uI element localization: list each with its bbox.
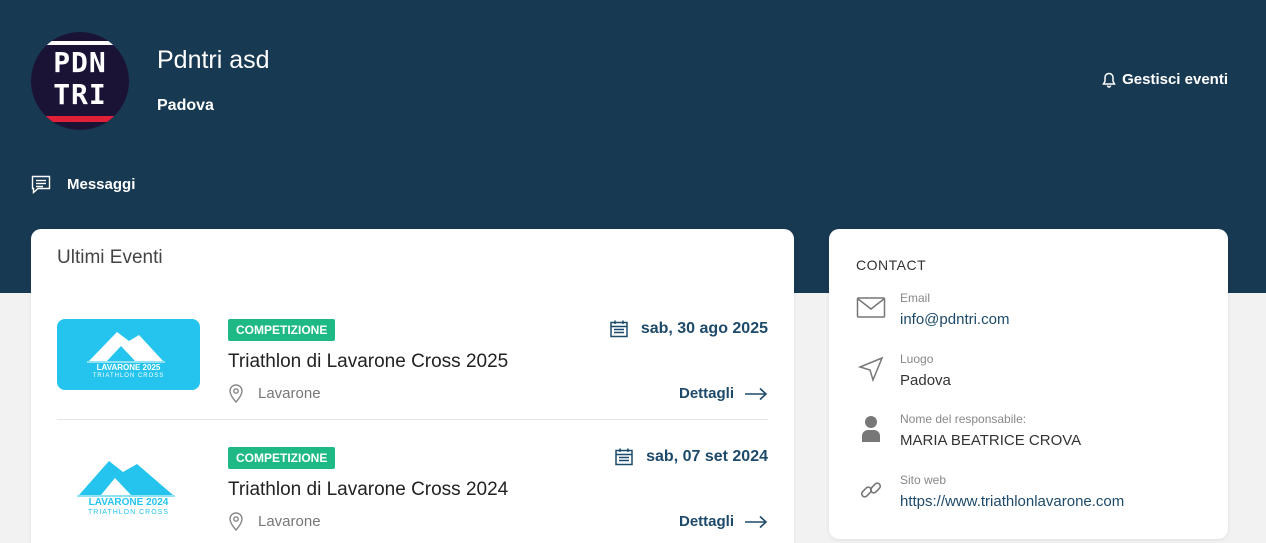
event-details-link[interactable]: Dettagli (679, 513, 768, 530)
pin-icon (229, 512, 243, 531)
arrow-right-icon (745, 387, 768, 400)
manager-label: Nome del responsabile: (900, 412, 1027, 426)
event-location: Lavarone (228, 383, 321, 403)
org-city: Padova (157, 97, 214, 114)
event-location-text: Lavarone (258, 384, 321, 402)
events-card: Ultimi Eventi LAVARONE 2025 TRIATHLON CR… (31, 229, 794, 543)
email-link[interactable]: info@pdntri.com (900, 311, 1009, 328)
event-item[interactable]: LAVARONE 2024 TRIATHLON CROSS COMPETIZIO… (57, 447, 768, 543)
contact-email: Email info@pdntri.com (856, 291, 1206, 341)
messages-label: Messaggi (67, 176, 136, 193)
contact-manager: Nome del responsabile: MARIA BEATRICE CR… (856, 412, 1206, 462)
thumb-brand: LAVARONE 2025 (96, 363, 161, 372)
event-date: sab, 30 ago 2025 (609, 319, 768, 339)
chat-icon (31, 175, 51, 194)
website-label: Sito web (900, 473, 947, 487)
messages-link[interactable]: Messaggi (31, 175, 135, 194)
org-logo: PDN TRI (31, 32, 129, 130)
event-location: Lavarone (228, 511, 321, 531)
event-title[interactable]: Triathlon di Lavarone Cross 2024 (228, 479, 508, 501)
mail-icon (856, 293, 886, 323)
person-icon (856, 414, 886, 444)
website-link[interactable]: https://www.triathlonlavarone.com (900, 493, 1124, 510)
email-label: Email (900, 291, 931, 305)
details-label: Dettagli (678, 385, 734, 402)
org-name: Pdntri asd (157, 46, 270, 74)
bell-icon (1102, 72, 1116, 88)
contact-place: Luogo Padova (856, 352, 1206, 402)
event-date-text: sab, 30 ago 2025 (640, 320, 768, 337)
event-title[interactable]: Triathlon di Lavarone Cross 2025 (228, 351, 508, 373)
event-location-text: Lavarone (258, 512, 321, 530)
contact-card: CONTACT Email info@pdntri.com Luogo Pado… (829, 229, 1228, 539)
place-label: Luogo (900, 352, 934, 366)
event-item[interactable]: LAVARONE 2025 TRIATHLON CROSS COMPETIZIO… (57, 319, 768, 420)
contact-website: Sito web https://www.triathlonlavarone.c… (856, 473, 1206, 523)
event-date-text: sab, 07 set 2024 (646, 448, 768, 465)
link-icon (856, 475, 886, 505)
logo-text-line1: PDN (53, 46, 107, 79)
navigation-icon (856, 354, 886, 384)
thumb-sub: TRIATHLON CROSS (88, 509, 169, 516)
pin-icon (229, 384, 243, 403)
manager-value: MARIA BEATRICE CROVA (900, 432, 1082, 449)
thumb-sub: TRIATHLON CROSS (92, 373, 165, 379)
details-label: Dettagli (678, 513, 734, 530)
contact-title: CONTACT (856, 257, 927, 273)
thumb-brand: LAVARONE 2024 (88, 497, 169, 508)
manage-events-label: Gestisci eventi (1122, 71, 1228, 88)
place-value: Padova (900, 372, 951, 389)
calendar-icon (615, 448, 633, 466)
event-details-link[interactable]: Dettagli (679, 385, 768, 402)
event-thumbnail[interactable]: LAVARONE 2025 TRIATHLON CROSS (57, 319, 200, 390)
events-title: Ultimi Eventi (57, 247, 163, 268)
manage-events-button[interactable]: Gestisci eventi (1102, 71, 1228, 88)
event-thumbnail[interactable]: LAVARONE 2024 TRIATHLON CROSS (57, 447, 200, 518)
calendar-icon (610, 320, 628, 338)
arrow-right-icon (745, 515, 768, 528)
event-type-badge: COMPETIZIONE (228, 319, 336, 341)
logo-text-line2: TRI (53, 78, 107, 111)
event-date: sab, 07 set 2024 (614, 447, 768, 467)
event-type-badge: COMPETIZIONE (228, 447, 336, 469)
